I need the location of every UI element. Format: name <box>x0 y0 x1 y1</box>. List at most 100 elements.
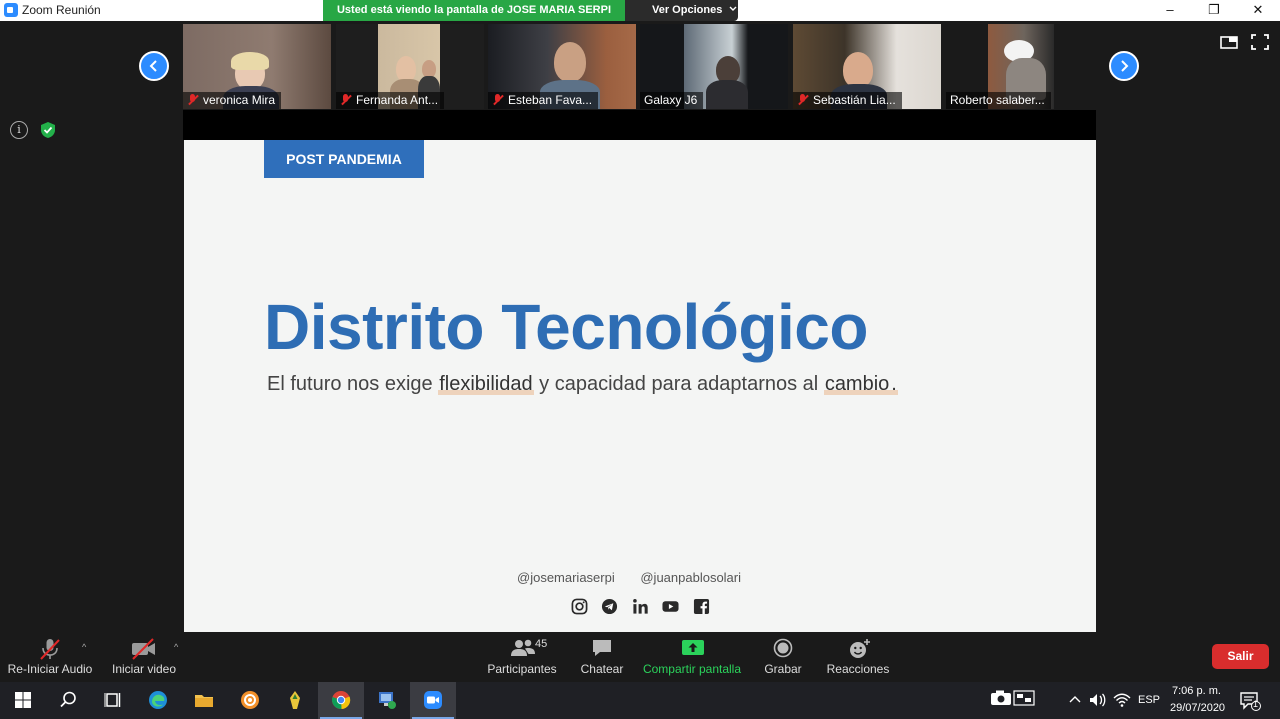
record-label: Grabar <box>764 662 802 676</box>
view-options-button[interactable]: Ver Opciones <box>625 0 738 21</box>
microphone-muted-icon <box>187 94 199 106</box>
edge-icon <box>149 691 167 709</box>
zoom-window: Zoom Reunión – ❐ ✕ Usted está viendo la … <box>0 0 1280 719</box>
notification-count: 1 <box>1253 699 1259 709</box>
start-button[interactable] <box>0 682 46 719</box>
reactions-button[interactable]: Reacciones <box>825 632 891 682</box>
microphone-muted-icon <box>797 94 809 106</box>
chevron-left-icon <box>149 60 157 72</box>
chat-button[interactable]: Chatear <box>574 632 630 682</box>
video-button-label: Iniciar video <box>111 662 177 676</box>
fullscreen-icon[interactable] <box>1251 34 1269 50</box>
security-shield-icon[interactable] <box>39 121 57 139</box>
facebook-icon <box>693 598 709 615</box>
taskbar-search-button[interactable] <box>45 682 91 719</box>
social-icons-row <box>571 598 719 616</box>
taskbar-app[interactable] <box>227 682 273 719</box>
video-tile[interactable]: Fernanda Ant... <box>336 24 484 109</box>
participants-button[interactable]: 45 Participantes <box>485 632 559 682</box>
instagram-icon <box>571 598 588 615</box>
chat-label: Chatear <box>580 662 624 676</box>
taskbar-app[interactable] <box>364 682 410 719</box>
video-button[interactable]: ^ Iniciar video <box>104 632 184 682</box>
meeting-info-icon[interactable]: i <box>10 121 28 139</box>
youtube-icon <box>662 601 679 612</box>
participants-icon <box>511 639 535 656</box>
participant-name-label: Roberto salaber... <box>946 92 1051 109</box>
telegram-icon <box>602 598 618 615</box>
search-icon <box>60 691 76 708</box>
share-screen-button[interactable]: Compartir pantalla <box>640 632 744 682</box>
record-icon <box>773 638 793 658</box>
volume-icon[interactable] <box>1089 692 1107 708</box>
view-options-label: Ver Opciones <box>652 4 723 16</box>
slide-tag: POST PANDEMIA <box>264 140 424 178</box>
microphone-off-icon <box>40 639 60 660</box>
chat-bubble-icon <box>593 640 611 656</box>
participant-name-label: Sebastián Lia... <box>793 92 902 109</box>
reactions-label: Reacciones <box>826 662 890 676</box>
clock-time[interactable]: 7:06 p. m. <box>1172 685 1221 697</box>
video-camera-off-icon <box>132 638 155 660</box>
meeting-toolbar: ^ Re-Iniciar Audio ^ Iniciar video 45 Pa… <box>0 632 1280 682</box>
leave-meeting-button[interactable]: Salir <box>1212 644 1269 669</box>
input-language[interactable]: ESP <box>1138 694 1160 706</box>
wifi-icon[interactable] <box>1113 692 1131 708</box>
taskbar-app[interactable] <box>318 682 364 719</box>
windows-start-icon <box>15 692 31 708</box>
screen-share-header-band <box>183 110 1096 140</box>
zoom-app-icon <box>4 3 18 17</box>
minimize-button[interactable]: – <box>1150 0 1190 21</box>
chevron-up-icon[interactable] <box>1068 694 1082 704</box>
window-title: Zoom Reunión <box>22 3 101 17</box>
social-handles: @josemariaserpi @juanpablosolari <box>517 570 763 585</box>
chevron-up-icon[interactable]: ^ <box>82 642 86 652</box>
share-banner: Usted está viendo la pantalla de JOSE MA… <box>323 0 625 21</box>
audio-button[interactable]: ^ Re-Iniciar Audio <box>0 632 100 682</box>
close-button[interactable]: ✕ <box>1238 0 1278 21</box>
chrome-icon <box>331 691 351 710</box>
chevron-up-icon[interactable]: ^ <box>174 642 178 652</box>
chevron-right-icon <box>1121 60 1129 72</box>
tray-camera-icon[interactable] <box>990 689 1036 707</box>
settings-icon <box>241 691 259 709</box>
video-tile[interactable]: Esteban Fava... <box>488 24 636 109</box>
task-view-icon <box>104 693 121 707</box>
video-tile[interactable]: Roberto salaber... <box>946 24 1094 109</box>
participants-label: Participantes <box>487 662 557 676</box>
share-screen-icon <box>682 640 704 655</box>
next-page-button[interactable] <box>1109 51 1139 81</box>
clock-date[interactable]: 29/07/2020 <box>1170 702 1225 714</box>
taskbar-app[interactable] <box>272 682 318 719</box>
handle-text: @josemariaserpi <box>517 570 615 585</box>
slide-subtitle: El futuro nos exige flexibilidad y capac… <box>267 373 898 395</box>
microphone-muted-icon <box>340 94 352 106</box>
zoom-icon <box>424 691 442 709</box>
video-tile[interactable]: Sebastián Lia... <box>793 24 941 109</box>
participants-count: 45 <box>535 638 548 650</box>
audio-button-label: Re-Iniciar Audio <box>7 662 93 676</box>
app-icon <box>290 691 300 709</box>
participant-name-label: Esteban Fava... <box>488 92 599 109</box>
video-tile[interactable]: veronica Mira <box>183 24 331 109</box>
network-app-icon <box>379 692 396 709</box>
video-tile[interactable]: Galaxy J6 <box>640 24 788 109</box>
participant-name-label: veronica Mira <box>183 92 282 109</box>
slide-title: Distrito Tecnológico <box>264 291 868 363</box>
share-screen-label: Compartir pantalla <box>642 662 742 676</box>
chevron-down-icon <box>729 6 737 11</box>
previous-page-button[interactable] <box>139 51 169 81</box>
taskbar-app[interactable] <box>181 682 227 719</box>
smiley-add-icon <box>850 639 870 658</box>
task-view-button[interactable] <box>90 682 136 719</box>
restore-button[interactable]: ❐ <box>1194 0 1234 21</box>
linkedin-icon <box>633 599 648 614</box>
view-mode-icon[interactable] <box>1220 34 1238 50</box>
shared-slide: POST PANDEMIA Distrito Tecnológico El fu… <box>184 140 1096 632</box>
record-button[interactable]: Grabar <box>756 632 810 682</box>
taskbar-app[interactable] <box>135 682 181 719</box>
taskbar-app[interactable] <box>410 682 456 719</box>
participant-name-label: Fernanda Ant... <box>336 92 445 109</box>
windows-taskbar: ESP 7:06 p. m. 29/07/2020 1 <box>0 682 1280 719</box>
participant-name-label: Galaxy J6 <box>640 92 704 109</box>
